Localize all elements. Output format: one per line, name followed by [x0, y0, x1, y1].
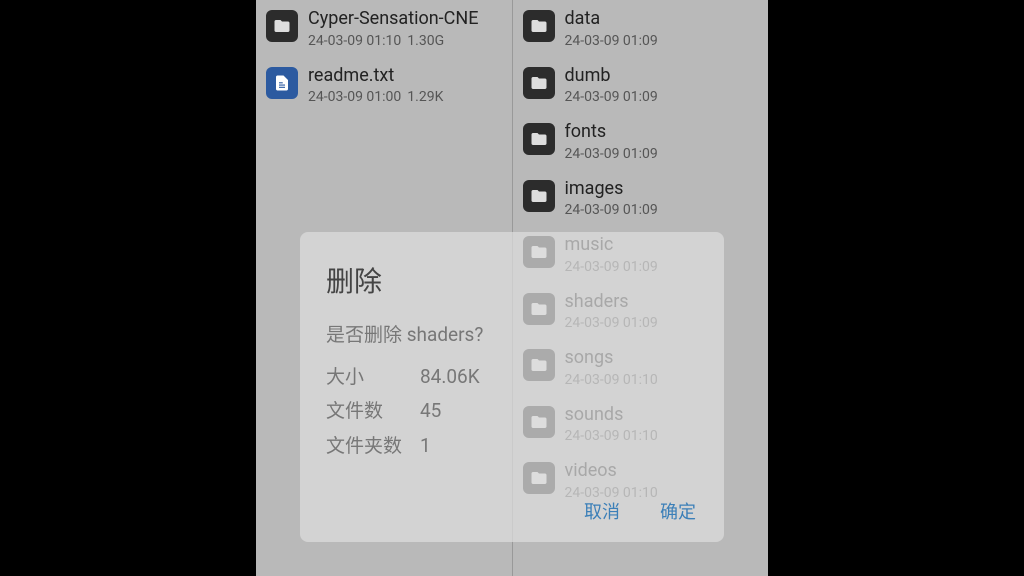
file-name: data — [565, 8, 759, 31]
file-text: Cyper-Sensation-CNE 24-03-09 01:101.30G — [308, 8, 502, 49]
ok-button[interactable]: 确定 — [660, 498, 696, 524]
file-name: images — [565, 178, 759, 201]
dialog-title: 删除 — [326, 260, 698, 300]
file-meta: 24-03-09 01:101.30G — [308, 33, 502, 49]
cancel-button[interactable]: 取消 — [584, 498, 620, 524]
list-item[interactable]: Cyper-Sensation-CNE 24-03-09 01:101.30G — [256, 0, 512, 57]
file-meta: 24-03-09 01:09 — [565, 202, 759, 218]
dialog-question: 是否删除 shaders? — [326, 318, 698, 352]
list-item[interactable]: images 24-03-09 01:09 — [513, 170, 769, 227]
file-meta: 24-03-09 01:001.29K — [308, 89, 502, 105]
file-meta: 24-03-09 01:09 — [565, 33, 759, 49]
dialog-size-row: 大小 84.06K — [326, 360, 698, 394]
file-name: dumb — [565, 65, 759, 88]
folder-icon — [523, 67, 555, 99]
file-text: dumb 24-03-09 01:09 — [565, 65, 759, 106]
file-text: readme.txt 24-03-09 01:001.29K — [308, 65, 502, 106]
file-name: fonts — [565, 121, 759, 144]
file-name: Cyper-Sensation-CNE — [308, 8, 502, 31]
dialog-files-row: 文件数 45 — [326, 394, 698, 428]
list-item[interactable]: readme.txt 24-03-09 01:001.29K — [256, 57, 512, 114]
list-item[interactable]: data 24-03-09 01:09 — [513, 0, 769, 57]
dialog-folders-row: 文件夹数 1 — [326, 429, 698, 463]
list-item[interactable]: fonts 24-03-09 01:09 — [513, 113, 769, 170]
delete-dialog: 删除 是否删除 shaders? 大小 84.06K 文件数 45 文件夹数 1… — [300, 232, 724, 542]
file-meta: 24-03-09 01:09 — [565, 146, 759, 162]
file-text: fonts 24-03-09 01:09 — [565, 121, 759, 162]
list-item[interactable]: dumb 24-03-09 01:09 — [513, 57, 769, 114]
folder-icon — [523, 123, 555, 155]
folder-icon — [266, 10, 298, 42]
folder-icon — [523, 180, 555, 212]
file-text: data 24-03-09 01:09 — [565, 8, 759, 49]
file-meta: 24-03-09 01:09 — [565, 89, 759, 105]
file-name: readme.txt — [308, 65, 502, 88]
folder-icon — [523, 10, 555, 42]
file-text: images 24-03-09 01:09 — [565, 178, 759, 219]
file-icon — [266, 67, 298, 99]
